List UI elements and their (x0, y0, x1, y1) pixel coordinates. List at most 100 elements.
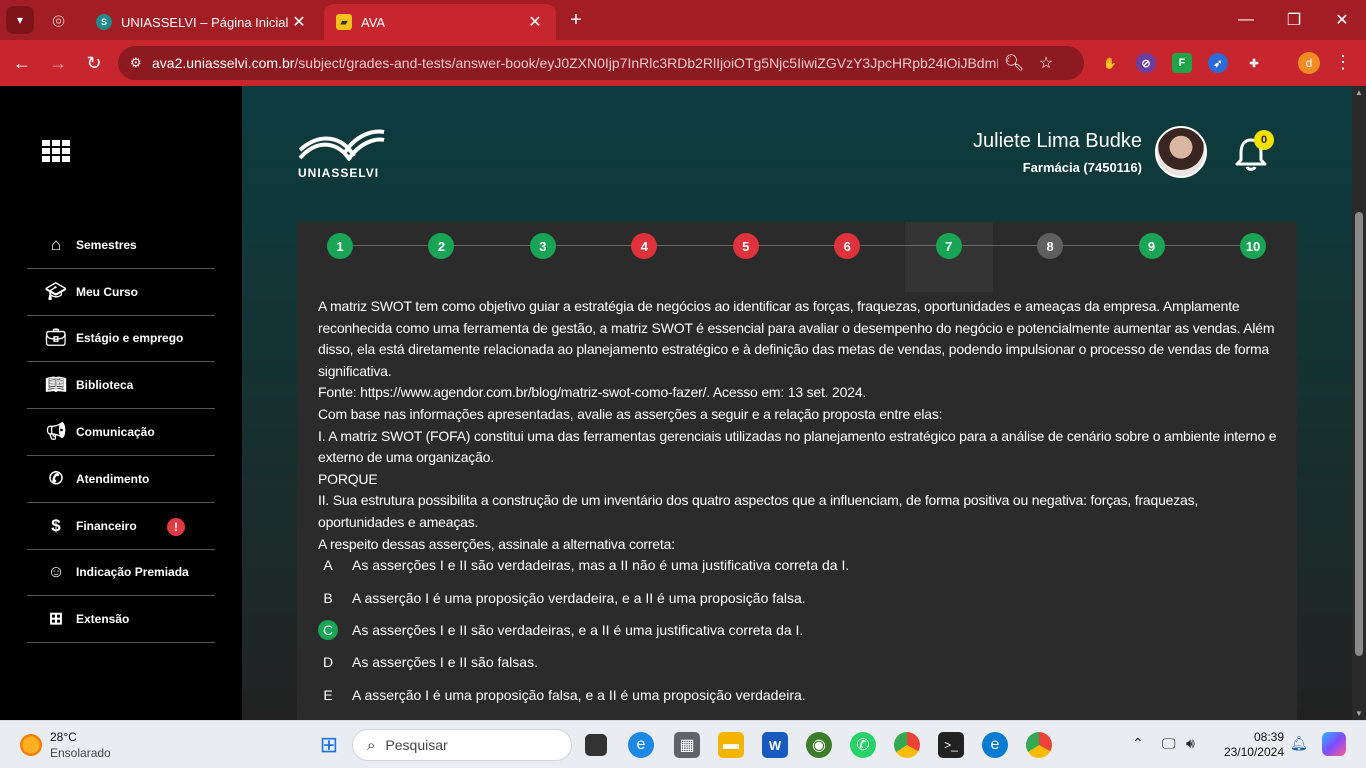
globe-icon[interactable]: ◎ (52, 11, 70, 29)
chrome-profile-icon[interactable] (1026, 732, 1052, 758)
rocket-icon[interactable]: ➶ (1208, 53, 1228, 73)
weather-description[interactable]: Ensolarado (50, 746, 111, 760)
scrollbar-thumb[interactable] (1355, 212, 1363, 656)
windows-start-icon[interactable]: ⊞ (316, 732, 342, 758)
edge-icon[interactable]: e (628, 732, 654, 758)
option-letter: A (323, 557, 333, 574)
tab-search-button[interactable]: ▾ (6, 6, 34, 34)
option-d[interactable]: D As asserções I e II são falsas. (318, 646, 1282, 678)
step-8[interactable]: 8 (1037, 233, 1064, 259)
question-stepper: 1 2 3 4 5 6 7 8 9 10 (297, 222, 1297, 292)
sidebar-item-meu-curso[interactable]: 🎓︎ Meu Curso (27, 269, 215, 316)
option-letter: B (323, 589, 333, 606)
close-window-icon[interactable]: ✕ (1318, 0, 1366, 40)
reload-button[interactable]: ↻ (82, 51, 106, 75)
uniasselvi-logo[interactable]: UNIASSELVI (298, 128, 386, 184)
step-9[interactable]: 9 (1138, 233, 1165, 259)
taskbar-clock[interactable]: 08:39 23/10/2024 (1216, 730, 1284, 760)
close-icon[interactable]: ✕ (290, 12, 308, 32)
stepper-line (340, 245, 1254, 246)
step-6[interactable]: 6 (834, 233, 861, 259)
site-info-icon[interactable]: ⚙ (130, 55, 152, 71)
people-icon: ☺ (47, 562, 65, 582)
copilot-icon[interactable] (1322, 732, 1346, 756)
network-icon[interactable]: 🖵︎ (1162, 735, 1176, 752)
taskbar-search[interactable]: ⌕ Pesquisar (352, 729, 572, 761)
back-button[interactable]: ← (10, 51, 34, 75)
uniasselvi-favicon-icon: S (96, 14, 112, 30)
sidebar-item-indicacao-premiada[interactable]: ☺ Indicação Premiada (27, 550, 215, 597)
terminal-icon[interactable]: >_ (938, 732, 964, 758)
bookmark-star-icon[interactable]: ☆ (1030, 53, 1062, 73)
apps-grid-icon[interactable] (42, 140, 70, 162)
option-c[interactable]: C As asserções I e II são verdadeiras, e… (318, 614, 1282, 646)
sun-icon[interactable] (20, 734, 42, 756)
volume-icon[interactable]: 🔊︎ (1186, 735, 1195, 752)
hand-icon[interactable]: ✋ (1100, 53, 1120, 73)
sidebar-item-label: Atendimento (76, 471, 150, 486)
step-3[interactable]: 3 (529, 233, 556, 259)
sidebar-item-biblioteca[interactable]: 📖︎ Biblioteca (27, 362, 215, 410)
step-5[interactable]: 5 (732, 233, 759, 259)
scroll-up-icon[interactable]: ▲ (1352, 88, 1366, 97)
task-view-icon[interactable] (585, 734, 607, 756)
clock-time: 08:39 (1253, 730, 1284, 744)
question-text: A matriz SWOT tem como objetivo guiar a … (318, 296, 1282, 555)
logo-text: UNIASSELVI (298, 166, 380, 180)
home-icon: ⌂ (50, 234, 62, 254)
close-icon[interactable]: ✕ (526, 12, 544, 32)
step-1[interactable]: 1 (327, 233, 353, 259)
option-e[interactable]: E A asserção I é uma proposição falsa, e… (318, 679, 1282, 711)
weather-temperature[interactable]: 28°C (50, 730, 77, 744)
assertion-1: I. A matriz SWOT (FOFA) constitui uma da… (318, 427, 1277, 466)
briefcase-icon: 💼︎ (45, 328, 67, 348)
profile-avatar[interactable]: d (1298, 52, 1320, 74)
word-icon[interactable]: W (762, 732, 788, 758)
step-4[interactable]: 4 (631, 233, 658, 259)
address-bar[interactable]: ⚙ ava2.uniasselvi.com.br/subject/grades-… (118, 46, 1084, 80)
avatar[interactable] (1155, 126, 1207, 178)
alert-badge: ! (167, 517, 185, 536)
compass-icon[interactable]: ⊘ (1136, 53, 1156, 73)
windows-taskbar: 28°C Ensolarado ⊞ ⌕ Pesquisar e ▦ ▬ W ◉ … (0, 720, 1366, 768)
more-menu-icon[interactable]: ⋮ (1334, 52, 1352, 73)
minimize-icon[interactable]: — (1222, 0, 1270, 40)
assertion-connector: PORQUE (318, 470, 378, 487)
option-text: A asserção I é uma proposição verdadeira… (352, 589, 806, 606)
step-2[interactable]: 2 (428, 233, 455, 259)
whatsapp-icon[interactable]: ✆ (850, 732, 876, 758)
new-tab-button[interactable]: + (566, 9, 586, 32)
notification-bell-icon[interactable]: 🔔︎ (1290, 735, 1308, 752)
f-extension-icon[interactable]: F (1172, 53, 1192, 73)
chevron-up-icon[interactable]: ⌃ (1132, 735, 1144, 752)
globe-app-icon[interactable]: ◉ (806, 732, 832, 758)
calculator-icon[interactable]: ▦ (674, 732, 700, 758)
page-viewport: ⌂ Semestres 🎓︎ Meu Curso 💼︎ Estágio e em… (0, 86, 1366, 720)
url-text[interactable]: ava2.uniasselvi.com.br/subject/grades-an… (152, 55, 998, 71)
sidebar-item-extensao[interactable]: ⊞ Extensão (27, 596, 215, 644)
edge-beta-icon[interactable]: e (982, 732, 1008, 758)
scroll-down-icon[interactable]: ▼ (1352, 709, 1366, 718)
chrome-icon[interactable] (894, 732, 920, 758)
page-scrollbar[interactable]: ▲ ▼ (1352, 86, 1366, 720)
forward-button[interactable]: → (46, 51, 70, 75)
sidebar-item-semestres[interactable]: ⌂ Semestres (27, 222, 215, 269)
sidebar-item-estagio[interactable]: 💼︎ Estágio e emprego (27, 316, 215, 363)
option-b[interactable]: B A asserção I é uma proposição verdadei… (318, 581, 1282, 613)
reload-icon: ↻ (86, 52, 102, 73)
option-letter-selected: C (318, 619, 338, 640)
sidebar-item-atendimento[interactable]: ✆ Atendimento (27, 456, 215, 503)
step-7[interactable]: 7 (935, 233, 962, 259)
option-a[interactable]: A As asserções I e II são verdadeiras, m… (318, 549, 1282, 581)
puzzle-icon[interactable]: ✚ (1244, 53, 1264, 73)
zoom-icon[interactable]: 🔍︎ (998, 53, 1030, 73)
step-10[interactable]: 10 (1240, 233, 1266, 259)
sidebar-item-financeiro[interactable]: $ Financeiro ! (27, 503, 215, 550)
sidebar-item-comunicacao[interactable]: 📢︎ Comunicação (27, 409, 215, 456)
tab-ava[interactable]: ▰ AVA ✕ (324, 4, 556, 40)
file-explorer-icon[interactable]: ▬ (718, 732, 744, 758)
tab-title: AVA (361, 14, 386, 30)
tab-uniasselvi-home[interactable]: S UNIASSELVI – Página Inicial ✕ (84, 4, 320, 40)
browser-tab-strip: ▾ ◎ S UNIASSELVI – Página Inicial ✕ ▰ AV… (0, 0, 1366, 40)
restore-icon[interactable]: ❐ (1270, 0, 1318, 40)
